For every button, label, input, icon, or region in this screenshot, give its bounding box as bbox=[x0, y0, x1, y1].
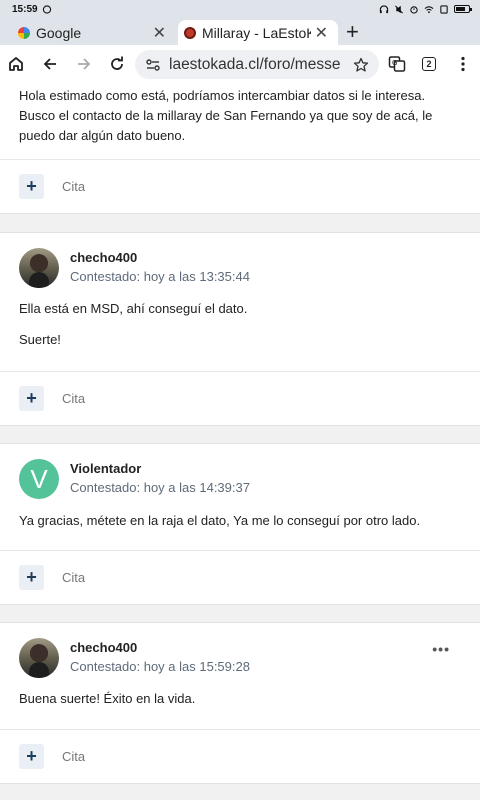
url-text[interactable]: laestokada.cl/foro/messenger bbox=[169, 56, 341, 74]
menu-button[interactable] bbox=[452, 53, 474, 75]
quote-add-button[interactable]: + bbox=[19, 386, 44, 411]
tab-title: Google bbox=[36, 24, 82, 41]
reload-button[interactable] bbox=[106, 53, 128, 75]
post-footer: + Cita bbox=[0, 729, 480, 783]
forward-arrow-icon bbox=[78, 58, 91, 70]
post-timestamp: Contestado: hoy a las 14:39:37 bbox=[70, 480, 250, 495]
headphones-icon bbox=[379, 4, 389, 13]
close-icon[interactable]: ✕ bbox=[153, 23, 166, 43]
alarm-icon bbox=[410, 5, 418, 14]
svg-text:G: G bbox=[392, 59, 397, 67]
quote-label[interactable]: Cita bbox=[62, 570, 85, 585]
translate-icon: G bbox=[388, 56, 406, 72]
status-bar: 15:59 bbox=[0, 0, 480, 18]
site-settings-icon[interactable] bbox=[145, 57, 161, 73]
post-card: checho400 Contestado: hoy a las 13:35:44… bbox=[0, 232, 480, 426]
mute-icon bbox=[395, 5, 403, 13]
address-bar[interactable]: laestokada.cl/foro/messenger bbox=[135, 50, 379, 79]
more-options-icon[interactable]: ••• bbox=[432, 641, 450, 657]
post-body: Ya gracias, métete en la raja el dato, Y… bbox=[19, 513, 421, 528]
avatar[interactable]: V bbox=[19, 459, 59, 499]
site-icon bbox=[184, 26, 196, 39]
back-arrow-icon bbox=[43, 58, 56, 70]
tab-count: 2 bbox=[422, 57, 436, 71]
post-timestamp: Contestado: hoy a las 15:59:28 bbox=[70, 659, 250, 674]
home-icon bbox=[9, 57, 23, 71]
username[interactable]: checho400 bbox=[70, 640, 137, 655]
avatar-letter: V bbox=[30, 463, 48, 494]
back-button[interactable] bbox=[39, 53, 61, 75]
reload-icon bbox=[111, 56, 123, 70]
quote-label[interactable]: Cita bbox=[62, 391, 85, 406]
star-icon[interactable] bbox=[353, 57, 369, 73]
translate-button[interactable]: G bbox=[386, 53, 408, 75]
avatar[interactable] bbox=[19, 248, 59, 288]
post-body: Ella está en MSD, ahí conseguí el dato. bbox=[19, 301, 248, 316]
page-content: Hola estimado como está, podríamos inter… bbox=[0, 84, 480, 800]
status-time: 15:59 bbox=[12, 3, 38, 15]
post-card: Hola estimado como está, podríamos inter… bbox=[0, 84, 480, 214]
username[interactable]: checho400 bbox=[70, 250, 137, 265]
tab-switcher-button[interactable]: 2 bbox=[418, 53, 440, 75]
home-button[interactable] bbox=[5, 53, 27, 75]
quote-add-button[interactable]: + bbox=[19, 565, 44, 590]
post-body: Buena suerte! Éxito en la vida. bbox=[19, 691, 196, 706]
browser-toolbar: laestokada.cl/foro/messenger G 2 bbox=[0, 45, 480, 84]
google-icon bbox=[18, 26, 30, 39]
post-footer: + Cita bbox=[0, 550, 480, 604]
quote-label[interactable]: Cita bbox=[62, 749, 85, 764]
more-vert-icon bbox=[461, 56, 465, 72]
post-card: checho400 Contestado: hoy a las 15:59:28… bbox=[0, 622, 480, 784]
tab-google[interactable]: Google ✕ bbox=[8, 20, 176, 45]
whatsapp-icon bbox=[42, 4, 51, 14]
avatar[interactable] bbox=[19, 638, 59, 678]
wifi-icon bbox=[424, 5, 434, 13]
new-tab-button[interactable]: + bbox=[346, 19, 359, 45]
post-body: Hola estimado como está, podríamos inter… bbox=[19, 88, 433, 143]
tab-strip: Google ✕ Millaray - LaEstoKada ✕ + bbox=[0, 18, 480, 45]
sim-icon bbox=[440, 4, 448, 14]
post-footer: + Cita bbox=[0, 159, 480, 213]
tab-title: Millaray - LaEstoKada bbox=[202, 24, 311, 41]
quote-label[interactable]: Cita bbox=[62, 179, 85, 194]
quote-add-button[interactable]: + bbox=[19, 174, 44, 199]
tab-millaray[interactable]: Millaray - LaEstoKada ✕ bbox=[178, 20, 338, 45]
battery-icon bbox=[454, 5, 472, 13]
forward-button[interactable] bbox=[73, 53, 95, 75]
username[interactable]: Violentador bbox=[70, 461, 141, 476]
post-card: V Violentador Contestado: hoy a las 14:3… bbox=[0, 443, 480, 605]
post-body: Suerte! bbox=[19, 332, 61, 347]
close-icon[interactable]: ✕ bbox=[315, 23, 328, 43]
post-footer: + Cita bbox=[0, 371, 480, 425]
post-timestamp: Contestado: hoy a las 13:35:44 bbox=[70, 269, 250, 284]
quote-add-button[interactable]: + bbox=[19, 744, 44, 769]
